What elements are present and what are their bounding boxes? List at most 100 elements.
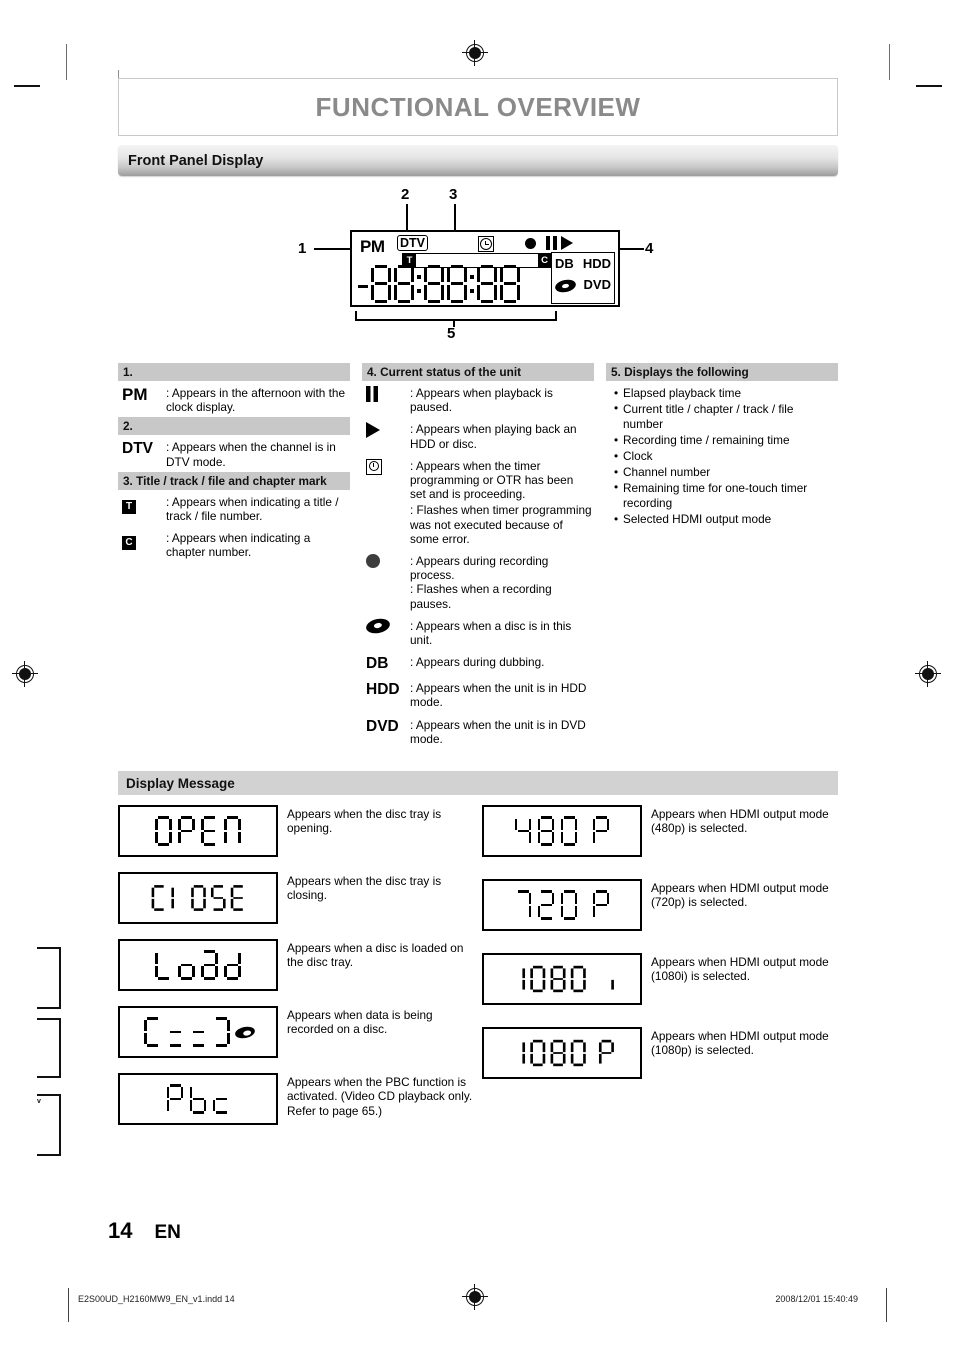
callout-1: 1	[298, 240, 307, 257]
page-title: FUNCTIONAL OVERVIEW	[315, 91, 641, 122]
display-message-text: Appears when data is being recorded on a…	[287, 1008, 433, 1037]
timer-description-2: : Flashes when timer programming was not…	[410, 503, 592, 546]
db-symbol: DB	[366, 655, 389, 673]
timer-symbol	[366, 458, 410, 546]
display-message-item: Appears when the disc tray is opening.	[118, 805, 474, 858]
legend-column-1: 1. PM : Appears in the afternoon with th…	[118, 363, 350, 749]
page-title-frame: FUNCTIONAL OVERVIEW	[118, 78, 838, 136]
footer-timestamp: 2008/12/01 15:40:49	[775, 1294, 858, 1304]
display-message-item: Appears when HDMI output mode (480p) is …	[482, 805, 838, 858]
display-message-item: Appears when data is being recorded on a…	[118, 1006, 474, 1059]
legend-row-play: : Appears when playing back an HDD or di…	[362, 417, 594, 453]
legend-row-dvd: DVD : Appears when the unit is in DVD mo…	[362, 713, 594, 749]
lcd-1080p	[482, 1027, 642, 1080]
timer-icon	[366, 458, 382, 475]
display-message-heading: Display Message	[126, 775, 235, 791]
chapter-mark-symbol: C	[122, 531, 166, 559]
legend-row-dtv: DTV : Appears when the channel is in DTV…	[118, 435, 350, 471]
dtv-indicator: DTV	[397, 235, 428, 251]
record-description-group: : Appears during recording process. : Fl…	[410, 554, 592, 611]
play-symbol	[366, 422, 410, 450]
list-item: Selected HDMI output mode	[614, 512, 836, 528]
legend-column-3: 5. Displays the following Elapsed playba…	[606, 363, 838, 749]
callout-4: 4	[645, 240, 654, 257]
display-message-text: Appears when the disc tray is opening.	[287, 807, 442, 836]
page-content: FUNCTIONAL OVERVIEW Front Panel Display …	[118, 78, 838, 1140]
lcd-close-glyphs	[149, 885, 248, 911]
margin-bracket-1	[37, 947, 61, 1009]
footer-rule-right	[886, 1288, 888, 1322]
callout-1-leader	[314, 248, 352, 250]
list-item: Recording time / remaining time	[614, 433, 836, 449]
lcd-480p	[482, 805, 642, 858]
lcd-720p-glyphs	[512, 890, 613, 921]
display-message-grid: Appears when the disc tray is opening. A…	[118, 805, 838, 1140]
digit-3	[423, 265, 444, 303]
lcd-1080i	[482, 953, 642, 1006]
chapter-mark-badge: C	[538, 254, 551, 267]
play-icon	[366, 422, 380, 439]
page-number: 14	[108, 1218, 133, 1243]
title-mark-symbol: T	[122, 495, 166, 523]
displays-following-list: Elapsed playback time Current title / ch…	[606, 381, 838, 530]
display-message-item: Appears when HDMI output mode (720p) is …	[482, 879, 838, 932]
digit-2	[393, 265, 414, 303]
record-description-2: : Flashes when a recording pauses.	[410, 582, 552, 611]
pm-description: : Appears in the afternoon with the cloc…	[166, 386, 346, 415]
legend-row-title-mark: T : Appears when indicating a title / tr…	[118, 490, 350, 526]
display-message-section: Display Message Appears when the disc tr…	[118, 771, 838, 1140]
list-item: Elapsed playback time	[614, 385, 836, 401]
seven-segment-row	[358, 265, 521, 303]
disc-symbol	[364, 616, 410, 647]
disc-description: : Appears when a disc is in this unit.	[410, 618, 572, 648]
hdd-symbol: HDD	[366, 681, 400, 699]
list-item: Current title / chapter / track / file n…	[614, 401, 836, 433]
lcd-close	[118, 872, 278, 925]
legend-heading-1: 1.	[118, 363, 350, 381]
footer-filename: E2S00UD_H2160MW9_EN_v1.indd 14	[78, 1294, 235, 1304]
dtv-symbol: DTV	[122, 440, 153, 458]
dvd-indicator: DVD	[583, 277, 611, 292]
record-icon	[525, 238, 536, 249]
hdd-indicator: HDD	[582, 256, 611, 271]
digit-4	[446, 265, 467, 303]
legend-heading-4: 4. Current status of the unit	[362, 363, 594, 381]
display-message-item: Appears when HDMI output mode (1080p) is…	[482, 1027, 838, 1080]
disc-icon	[234, 1024, 256, 1040]
pause-icon	[366, 386, 378, 402]
lcd-recording-glyphs	[141, 1017, 256, 1048]
pause-description: : Appears when playback is paused.	[410, 386, 553, 415]
legend-row-db: DB : Appears during dubbing.	[362, 650, 594, 676]
crop-mark-left-h	[14, 85, 40, 87]
legend-row-timer: : Appears when the timer programming or …	[362, 454, 594, 549]
display-message-column-left: Appears when the disc tray is opening. A…	[118, 805, 474, 1140]
disc-icon	[553, 277, 578, 295]
section-bar-display-message: Display Message	[118, 771, 838, 796]
display-message-item: Appears when the PBC function is activat…	[118, 1073, 474, 1126]
pause-icon	[546, 236, 557, 250]
lcd-pbc-glyphs	[164, 1084, 233, 1115]
lcd-720p	[482, 879, 642, 932]
timer-description-group: : Appears when the timer programming or …	[410, 459, 592, 546]
legend-row-chapter-mark: C : Appears when indicating a chapter nu…	[118, 526, 350, 562]
db-description: : Appears during dubbing.	[410, 655, 545, 670]
manual-page: v FUNCTIONAL OVERVIEW Front Panel Displa…	[0, 0, 954, 1351]
display-message-text: Appears when HDMI output mode (720p) is …	[651, 881, 829, 910]
digit-1	[370, 265, 391, 303]
display-message-text: Appears when the disc tray is closing.	[287, 874, 442, 903]
display-message-column-right: Appears when HDMI output mode (480p) is …	[482, 805, 838, 1140]
digit-5	[476, 265, 497, 303]
title-badge-icon: T	[122, 499, 136, 514]
title-mark-description: : Appears when indicating a title / trac…	[166, 494, 339, 524]
lcd-load	[118, 939, 278, 992]
record-description: : Appears during recording process.	[410, 554, 549, 583]
timer-icon	[478, 236, 494, 252]
crop-mark-top-left-v	[66, 44, 68, 80]
lcd-open-glyphs	[152, 816, 244, 847]
lcd-1080i-glyphs	[507, 965, 616, 993]
margin-bracket-2	[37, 1018, 61, 1078]
list-item: Channel number	[614, 465, 836, 481]
print-footer: E2S00UD_H2160MW9_EN_v1.indd 14 2008/12/0…	[0, 1288, 954, 1328]
legend-heading-5: 5. Displays the following	[606, 363, 838, 381]
lcd-pbc	[118, 1073, 278, 1126]
